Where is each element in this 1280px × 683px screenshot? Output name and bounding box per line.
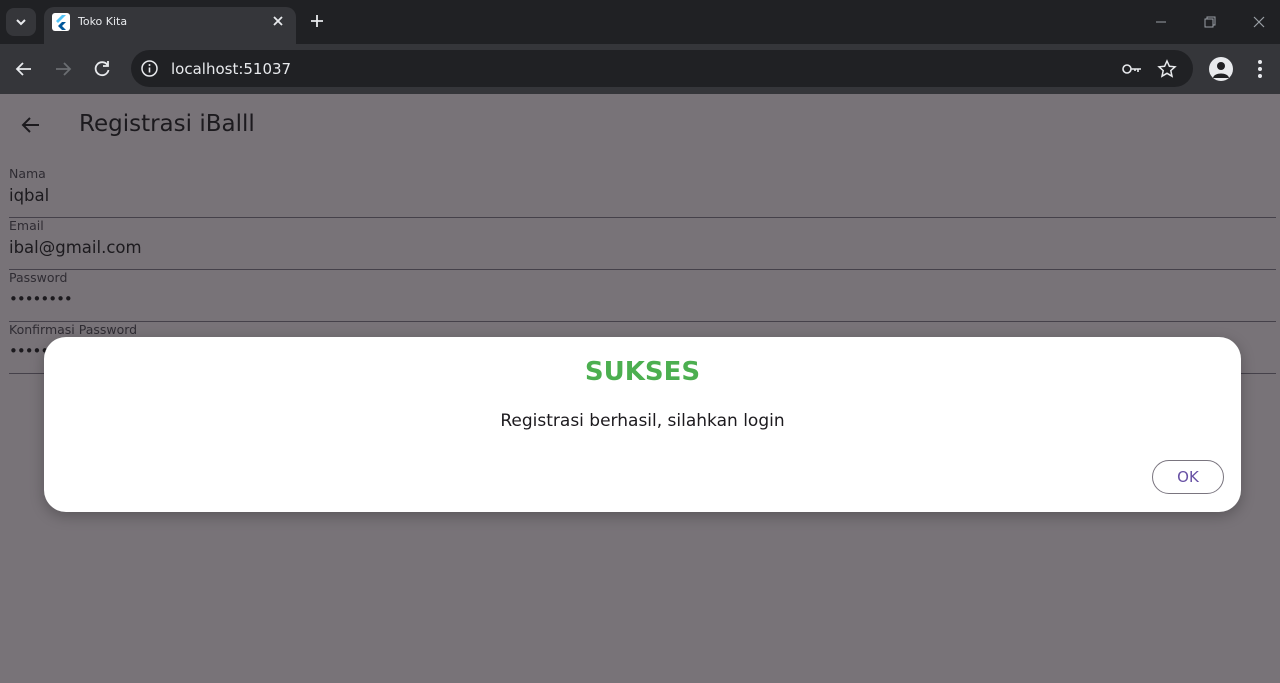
profile-icon[interactable] [1209,57,1233,81]
page-title: Registrasi iBalll [79,111,255,137]
name-input[interactable]: iqbal [9,186,49,205]
url-text[interactable]: localhost:51037 [171,60,291,78]
password-field[interactable]: Password •••••••• [9,270,1276,322]
email-field[interactable]: Email ibal@gmail.com [9,218,1276,270]
email-input[interactable]: ibal@gmail.com [9,238,142,257]
minimize-icon[interactable] [1151,12,1171,32]
flutter-logo-icon [52,13,70,31]
ok-button[interactable]: OK [1152,460,1224,494]
success-dialog: SUKSES Registrasi berhasil, silahkan log… [44,337,1241,512]
restore-icon[interactable] [1199,12,1219,32]
password-input[interactable]: •••••••• [9,290,73,308]
email-label: Email [9,218,44,233]
forward-arrow-icon[interactable] [51,57,75,81]
dialog-title: SUKSES [584,357,701,387]
browser-tab-strip: Toko Kita [0,0,1280,44]
browser-toolbar: localhost:51037 [0,44,1280,94]
star-icon[interactable] [1157,59,1177,79]
key-icon[interactable] [1121,59,1141,79]
close-icon[interactable] [270,13,286,29]
name-field[interactable]: Nama iqbal [9,166,1276,218]
address-bar[interactable]: localhost:51037 [131,50,1193,87]
confirm-password-label: Konfirmasi Password [9,322,138,337]
more-vert-icon[interactable] [1250,57,1270,81]
reload-icon[interactable] [90,57,114,81]
browser-tab[interactable]: Toko Kita [44,7,296,44]
tab-title: Toko Kita [78,15,128,28]
dialog-message: Registrasi berhasil, silahkan login [500,411,785,431]
name-label: Nama [9,166,46,181]
info-icon[interactable] [140,59,159,78]
arrow-back-icon[interactable] [18,112,44,138]
tab-search-icon[interactable] [6,8,36,36]
password-label: Password [9,270,68,285]
plus-icon[interactable] [306,10,328,32]
window-close-icon[interactable] [1249,12,1269,32]
back-arrow-icon[interactable] [12,57,36,81]
